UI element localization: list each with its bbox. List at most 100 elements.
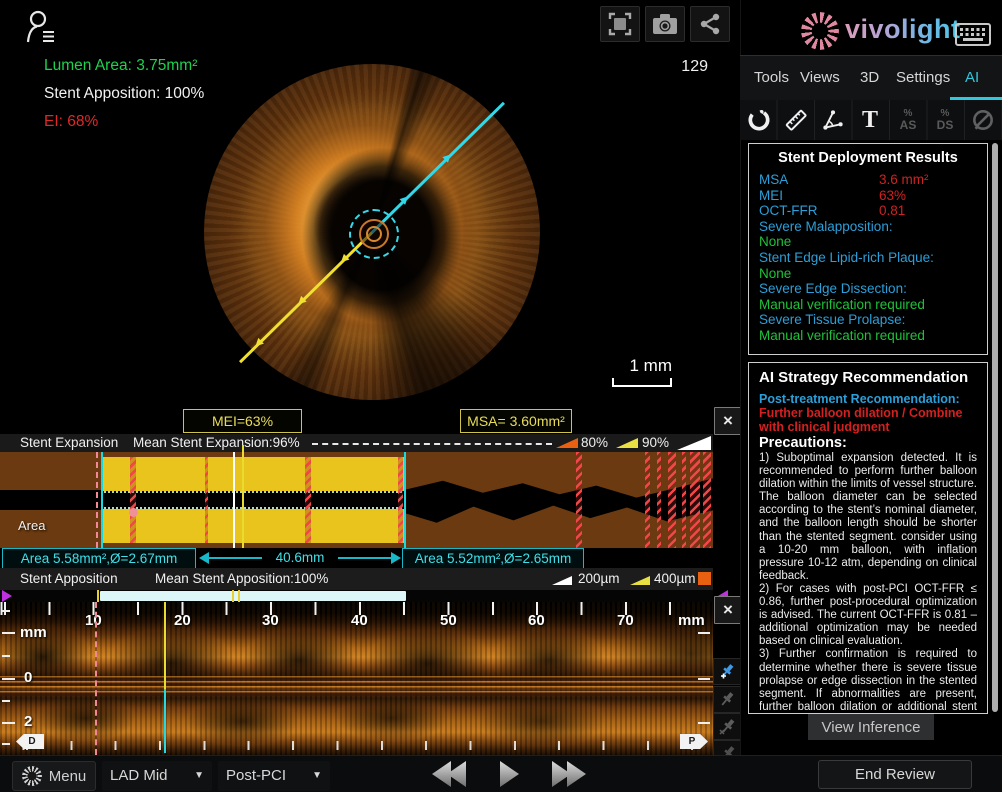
camera-icon	[652, 13, 678, 35]
legend-200-label: 200µm	[578, 571, 620, 586]
ai-subtitle: Post-treatment Recommendation:	[759, 392, 977, 406]
malapposition-mark	[305, 457, 311, 543]
tab-3d[interactable]: 3D	[860, 69, 879, 86]
pushpin-prev-icon	[718, 717, 738, 737]
expansion-title: Stent Expansion	[20, 435, 118, 450]
current-frame-line-yellow[interactable]	[242, 445, 244, 548]
ds-label: DS	[937, 119, 954, 132]
trace-tool-icon	[746, 107, 772, 133]
apposition-strip	[100, 591, 406, 601]
segment-length-readout: 40.6mm	[262, 550, 338, 565]
apposition-tick	[97, 590, 99, 602]
fullscreen-icon	[608, 12, 632, 36]
stent-edge-marker-left[interactable]	[101, 452, 103, 548]
result-value: 0.81	[879, 203, 905, 218]
tab-views[interactable]: Views	[800, 69, 840, 86]
expansion-chart[interactable]: Area	[0, 452, 713, 548]
as-percent-tool-button[interactable]: % AS	[893, 104, 923, 136]
play-icon	[500, 761, 519, 787]
segment-arrow-left	[199, 552, 209, 564]
vivolight-logo-icon	[801, 12, 839, 50]
panel-scrollbar[interactable]	[992, 143, 998, 712]
chevron-down-icon: ▼	[194, 770, 204, 781]
result-label: Severe Malapposition:	[759, 219, 977, 235]
y-axis-tick	[2, 678, 15, 680]
ruler-tool-icon	[783, 107, 809, 133]
angle-tool-button[interactable]	[818, 104, 848, 136]
snapshot-button[interactable]	[645, 6, 685, 42]
rewind-button[interactable]	[432, 761, 466, 787]
tab-tools[interactable]: Tools	[754, 69, 789, 86]
pullback-select[interactable]: LAD Mid ▼	[102, 761, 212, 791]
longitudinal-view[interactable]: 10 20 30 40 50 60 70 mm mm 0 2 D P	[0, 602, 713, 755]
catheter-reflection-lines	[0, 676, 713, 696]
lumen-contour-bottom	[101, 507, 406, 509]
area-axis-label: Area	[18, 518, 45, 533]
share-button[interactable]	[690, 6, 730, 42]
bottom-ticks	[0, 741, 713, 750]
y-axis-tick	[2, 610, 10, 612]
y-axis-tick	[2, 743, 10, 745]
legend-white-ramp-icon	[677, 436, 711, 450]
phase-select[interactable]: Post-PCI ▼	[218, 761, 330, 791]
current-frame-line-cyan[interactable]	[164, 689, 166, 753]
range-handle-left[interactable]	[2, 590, 12, 602]
result-label: MEI	[759, 188, 879, 204]
ruler-tick-label: 30	[262, 612, 279, 629]
ds-percent-tool-button[interactable]: % DS	[930, 104, 960, 136]
msa-marker-label: MSA= 3.60mm²	[460, 409, 572, 433]
patient-info-icon[interactable]	[24, 8, 62, 46]
menu-label: Menu	[49, 768, 87, 785]
mean-expansion-label: Mean Stent Expansion:96%	[133, 435, 300, 450]
stent-deployment-results-panel: Stent Deployment Results MSA3.6 mm² MEI6…	[748, 143, 988, 355]
expansion-header: Stent Expansion Mean Stent Expansion:96%…	[0, 434, 713, 452]
ruler-tick-label: 10	[85, 612, 102, 629]
ai-recommendation: Further balloon dilation / Combine with …	[759, 406, 964, 434]
menu-logo-icon	[22, 766, 42, 786]
vessel-wall-right-bottom	[406, 502, 713, 548]
y-axis-tick-right	[698, 678, 710, 680]
tab-ai[interactable]: AI	[965, 69, 979, 86]
stent-expansion-panel[interactable]: Stent Expansion Mean Stent Expansion:96%…	[0, 434, 713, 548]
dissection-mark	[682, 452, 686, 548]
bookmark-pin-button[interactable]	[713, 686, 742, 713]
bookmark-add-button[interactable]	[713, 658, 742, 685]
stent-edge-marker-right[interactable]	[404, 452, 406, 548]
dissection-mark	[645, 452, 650, 548]
ai-precaution-1: 1) Suboptimal expansion detected. It is …	[759, 452, 977, 583]
fast-forward-button[interactable]	[552, 761, 586, 787]
clear-annotations-button[interactable]	[968, 104, 998, 136]
view-inference-button[interactable]: View Inference	[808, 714, 934, 740]
dissection-mark	[657, 452, 661, 548]
fullscreen-button[interactable]	[600, 6, 640, 42]
malapposition-mark	[130, 457, 136, 543]
ai-precautions-title: Precautions:	[759, 435, 977, 451]
clear-annotations-icon	[970, 107, 996, 133]
legend-400-ramp-icon	[630, 576, 650, 585]
keyboard-icon[interactable]	[955, 23, 991, 46]
result-label: MSA	[759, 172, 879, 188]
end-review-button[interactable]: End Review	[818, 760, 972, 789]
ruler-tick-label: 50	[440, 612, 457, 629]
y-axis-label-2: 2	[24, 713, 32, 730]
angle-tool-icon	[820, 107, 846, 133]
result-label: Stent Edge Lipid-rich Plaque:	[759, 250, 977, 266]
reference-frame-dot	[129, 508, 138, 517]
expansion-close-button[interactable]: ×	[714, 407, 742, 435]
ruler-tool-button[interactable]	[781, 104, 811, 136]
text-tool-button[interactable]: T	[855, 104, 885, 136]
as-percent-icon: %	[904, 109, 913, 119]
current-frame-line-yellow[interactable]	[164, 602, 166, 689]
mean-apposition-label: Mean Stent Apposition:100%	[155, 571, 328, 586]
longitudinal-close-button[interactable]: ×	[714, 596, 742, 624]
bookmark-prev-button[interactable]	[713, 713, 742, 740]
tab-settings[interactable]: Settings	[896, 69, 950, 86]
apposition-strip-row	[0, 590, 713, 602]
menu-button[interactable]: Menu	[12, 761, 96, 791]
trace-tool-button[interactable]	[744, 104, 774, 136]
dissection-mark	[690, 452, 700, 548]
scale-bar	[612, 378, 672, 387]
cross-section-view[interactable]: Lumen Area: 3.75mm² Stent Apposition: 10…	[0, 0, 740, 405]
play-button[interactable]	[500, 761, 519, 787]
area-left-readout: Area 5.58mm²,Ø=2.67mm	[2, 548, 196, 569]
